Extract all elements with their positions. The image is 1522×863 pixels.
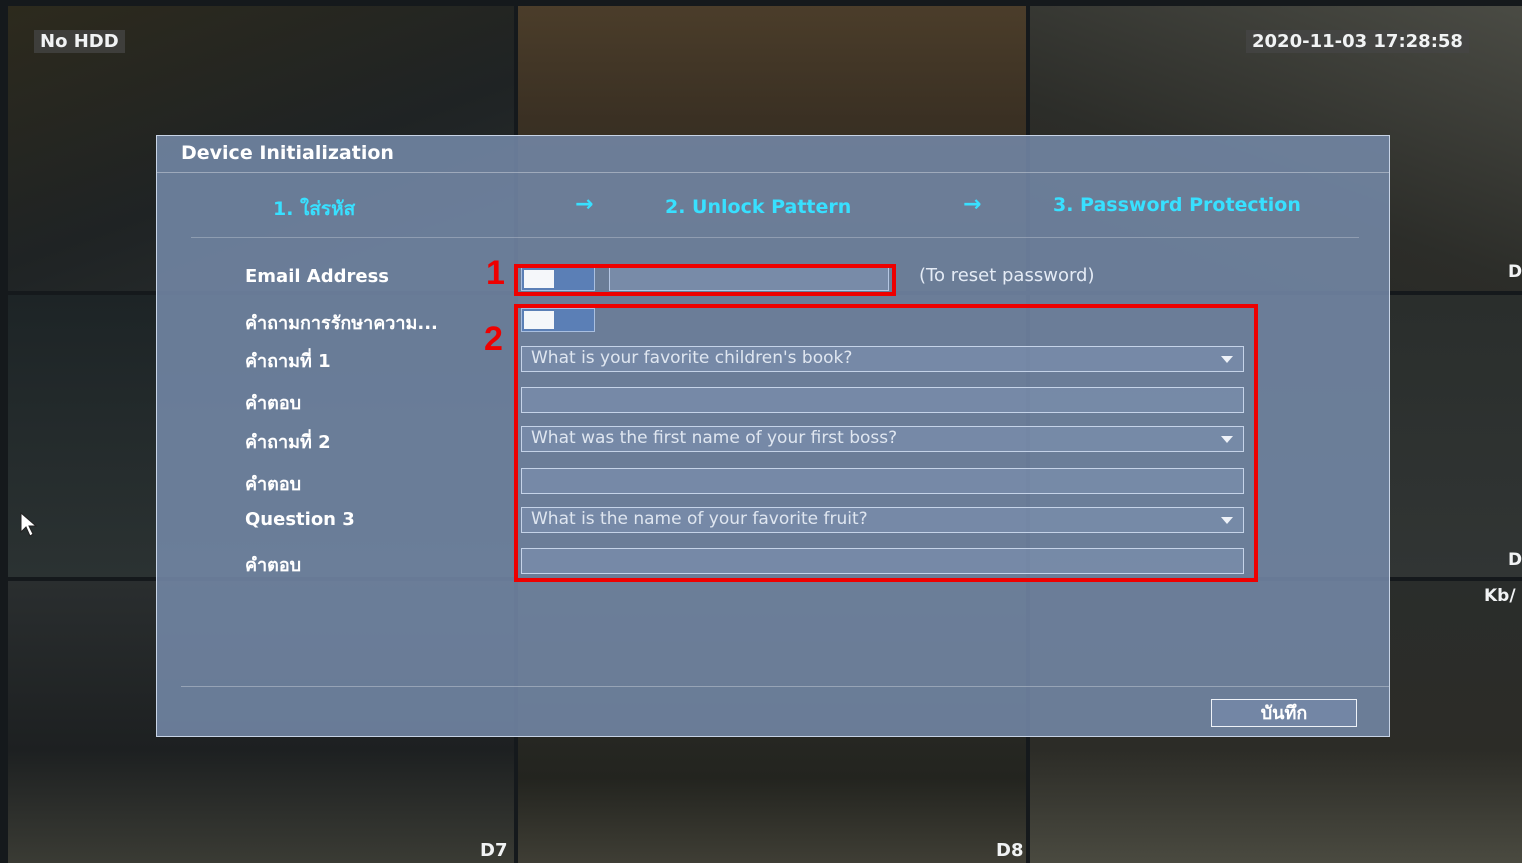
mouse-cursor-icon [20, 512, 38, 537]
step-1-set-password: 1. ใส่รหัส [273, 198, 356, 220]
step-arrow-icon: → [575, 192, 594, 217]
channel-label-d8: D8 [996, 840, 1024, 861]
hdd-status: No HDD [34, 30, 125, 53]
email-hint: (To reset password) [919, 265, 1095, 286]
datetime-display: 2020-11-03 17:28:58 [1246, 30, 1469, 53]
channel-label-edge-top: D [1508, 262, 1522, 282]
annotation-marker-2: 2 [484, 320, 503, 358]
annotation-box-2 [514, 304, 1258, 582]
dialog-title: Device Initialization [181, 142, 394, 164]
annotation-box-1 [514, 264, 896, 296]
save-button[interactable]: บันทึก [1211, 699, 1357, 727]
footer-divider [181, 686, 1389, 687]
bitrate-label: Kb/ [1484, 586, 1516, 606]
title-divider [157, 172, 1389, 173]
question-3-label: Question 3 [245, 509, 355, 530]
channel-label-edge-mid: D [1508, 550, 1522, 570]
channel-label-d7: D7 [480, 840, 508, 861]
steps-divider [191, 237, 1359, 238]
step-2-unlock-pattern: 2. Unlock Pattern [665, 196, 852, 218]
question-2-label: คำถามที่ 2 [245, 432, 331, 453]
answer-2-label: คำตอบ [245, 474, 302, 495]
answer-1-label: คำตอบ [245, 393, 302, 414]
answer-3-label: คำตอบ [245, 555, 302, 576]
email-label: Email Address [245, 266, 390, 287]
step-3-password-protection: 3. Password Protection [1053, 194, 1301, 216]
question-1-label: คำถามที่ 1 [245, 351, 331, 372]
security-question-label: คำถามการรักษาความ... [245, 313, 438, 334]
annotation-marker-1: 1 [486, 254, 505, 292]
step-arrow-icon: → [963, 192, 982, 217]
